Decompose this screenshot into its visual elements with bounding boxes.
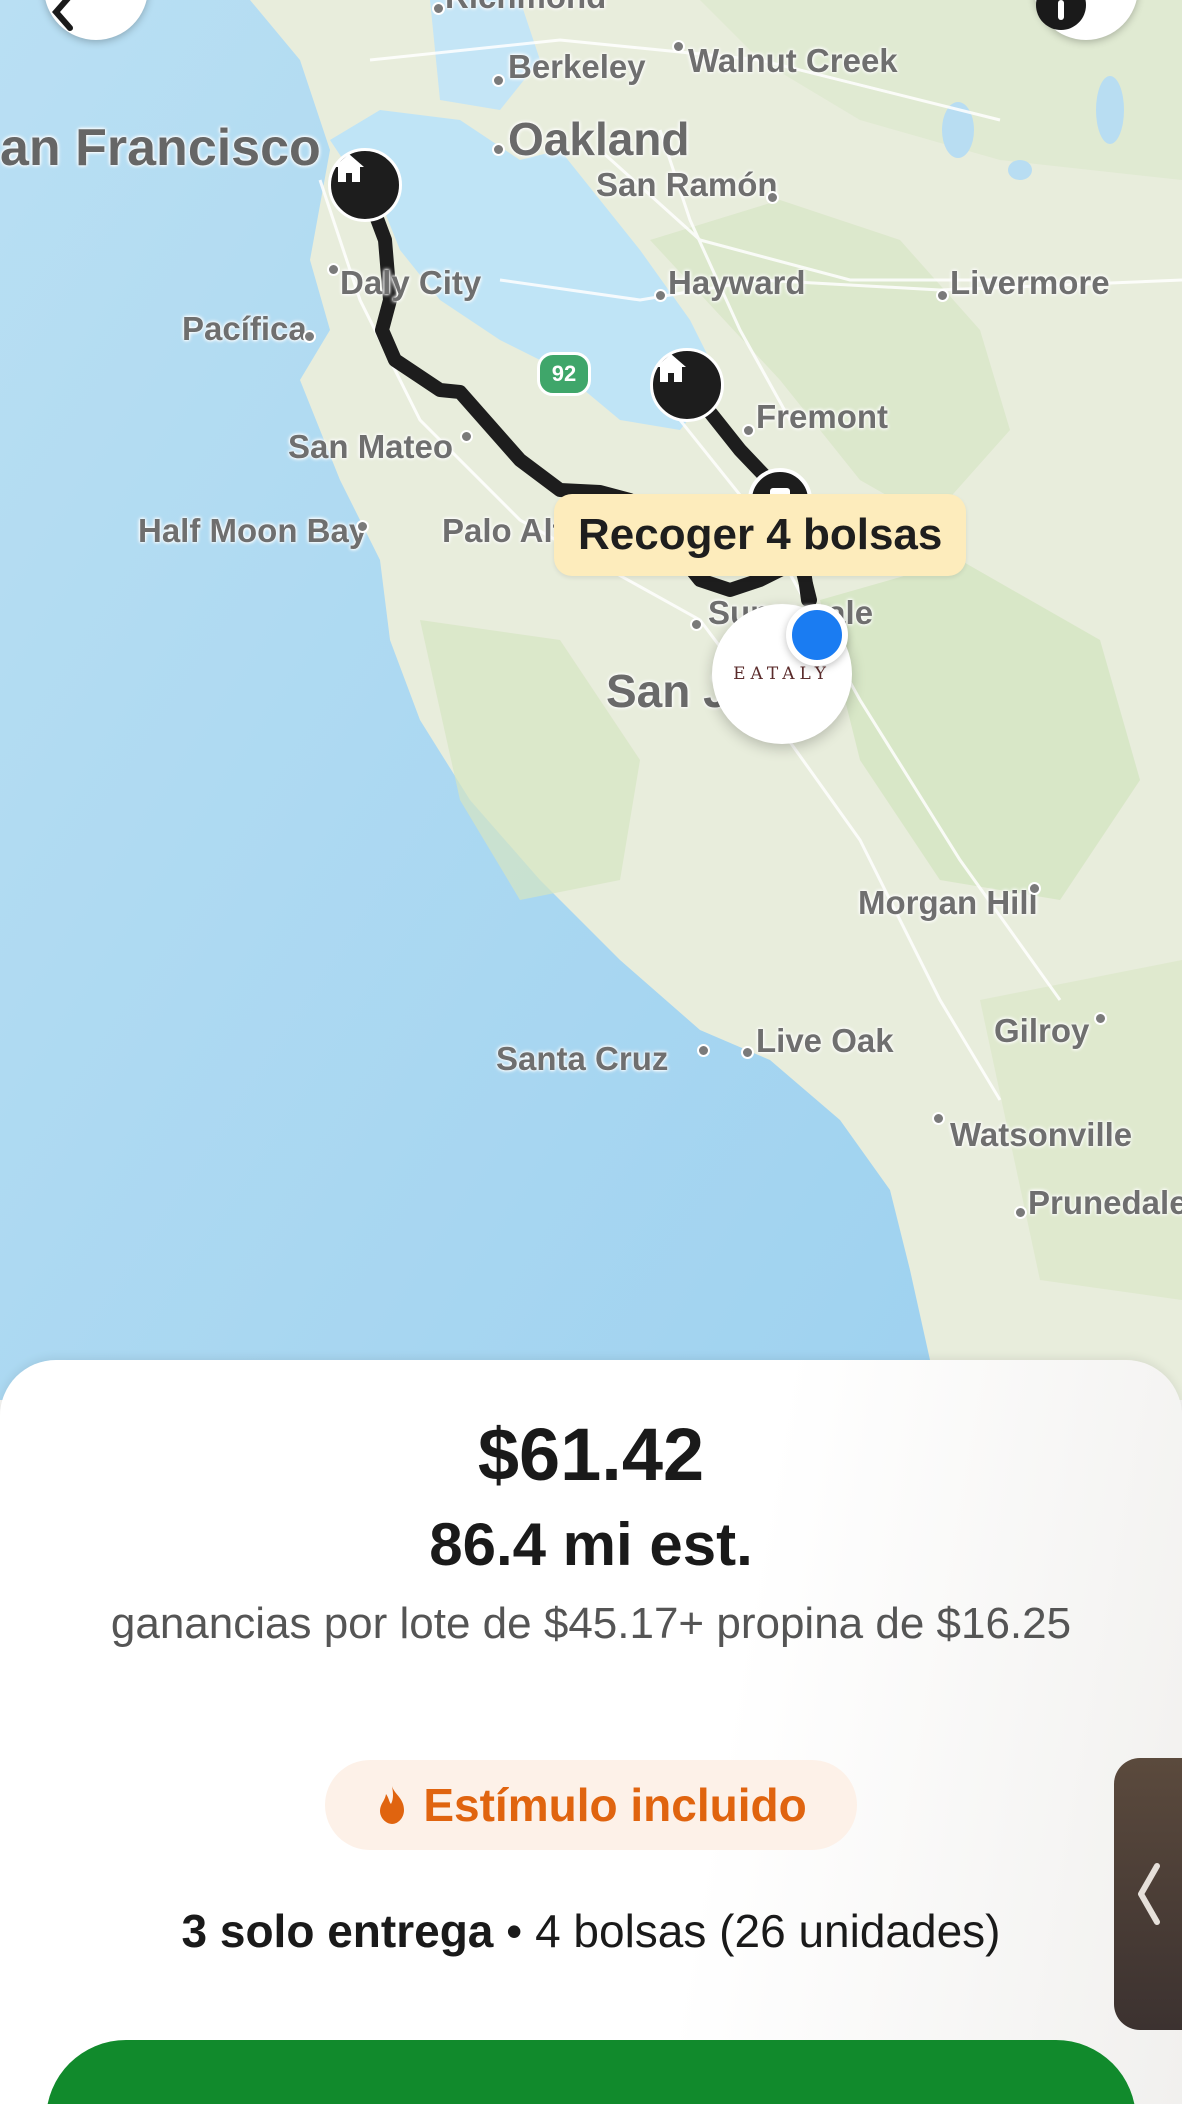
city-label-berkeley: Berkeley xyxy=(508,48,646,85)
city-label-gilroy: Gilroy xyxy=(994,1012,1090,1049)
city-dot xyxy=(492,74,505,87)
city-label-san-jose: San J xyxy=(606,665,729,717)
city-label-santa-cruz: Santa Cruz xyxy=(496,1040,669,1077)
city-dot xyxy=(690,618,703,631)
store-logo: EATALY xyxy=(733,664,831,684)
city-dot xyxy=(432,2,445,15)
city-label-half-moon-bay: Half Moon Bay xyxy=(138,512,368,549)
delivery-count: 3 solo entrega xyxy=(181,1905,494,1957)
city-label-daly-city: Daly City xyxy=(340,264,482,301)
summary-separator: • xyxy=(506,1905,523,1957)
city-label-hayward: Hayward xyxy=(668,264,806,301)
city-label-morgan-hill: Morgan Hill xyxy=(858,884,1038,921)
city-dot xyxy=(492,143,505,156)
city-label-livermore: Livermore xyxy=(950,264,1110,301)
bag-count: 4 bolsas (26 unidades) xyxy=(535,1905,1001,1957)
city-label-richmond: Richmond xyxy=(445,0,606,16)
highway-92-shield: 92 xyxy=(537,352,591,396)
city-dot xyxy=(932,1112,945,1125)
chevron-left-icon xyxy=(1138,1863,1160,1925)
city-label-walnut-creek: Walnut Creek xyxy=(688,42,898,79)
city-dot xyxy=(303,330,316,343)
route-map[interactable]: Richmond Berkeley Walnut Creek an Franci… xyxy=(0,0,1182,1400)
city-label-pacifica: Pacífica xyxy=(182,310,307,347)
user-location-dot xyxy=(786,604,848,666)
city-dot xyxy=(741,1046,754,1059)
city-label-prunedale: Prunedale xyxy=(1028,1184,1182,1221)
city-dot xyxy=(356,520,369,533)
city-label-san-ramon: San Ramón xyxy=(596,166,778,203)
offer-sheet: $61.42 86.4 mi est. ganancias por lote d… xyxy=(0,1360,1182,2104)
delivery-summary: 3 solo entrega • 4 bolsas (26 unidades) xyxy=(0,1904,1182,1958)
city-label-fremont: Fremont xyxy=(756,398,888,435)
city-dot xyxy=(672,40,685,53)
city-dot xyxy=(742,424,755,437)
city-dot xyxy=(1028,882,1041,895)
city-label-palo-alto: Palo Alt xyxy=(442,512,564,549)
city-label-oakland: Oakland xyxy=(508,113,690,165)
flame-icon xyxy=(380,1786,405,1824)
city-dot xyxy=(1094,1012,1107,1025)
earnings-breakdown: ganancias por lote de $45.17+ propina de… xyxy=(110,1599,1072,1648)
home-icon xyxy=(656,354,686,382)
side-drawer-tab[interactable] xyxy=(1114,1758,1182,2030)
accept-button[interactable]: Aceptar xyxy=(46,2040,1136,2104)
city-label-san-francisco: an Francisco xyxy=(0,119,321,177)
city-dot xyxy=(654,289,667,302)
info-icon xyxy=(1036,0,1086,30)
pickup-tooltip: Recoger 4 bolsas xyxy=(554,494,967,576)
city-dot xyxy=(766,191,779,204)
offer-price: $61.42 xyxy=(477,1413,705,1496)
home-icon xyxy=(334,154,364,182)
chevron-left-icon xyxy=(52,0,73,31)
city-label-live-oak: Live Oak xyxy=(756,1022,894,1059)
boost-label: Estímulo incluido xyxy=(423,1779,807,1831)
map-background xyxy=(0,0,1182,1400)
offer-screen: Richmond Berkeley Walnut Creek an Franci… xyxy=(0,0,1182,2104)
city-label-san-mateo: San Mateo xyxy=(288,428,454,465)
offer-distance: 86.4 mi est. xyxy=(429,1511,753,1578)
city-dot xyxy=(327,263,340,276)
dropoff-pin-san-francisco[interactable] xyxy=(328,148,402,222)
city-dot xyxy=(460,430,473,443)
city-dot xyxy=(697,1044,710,1057)
city-label-watsonville: Watsonville xyxy=(950,1116,1133,1153)
city-dot xyxy=(936,289,949,302)
dropoff-pin-fremont[interactable] xyxy=(650,348,724,422)
city-dot xyxy=(1014,1206,1027,1219)
boost-badge: Estímulo incluido xyxy=(325,1760,857,1850)
